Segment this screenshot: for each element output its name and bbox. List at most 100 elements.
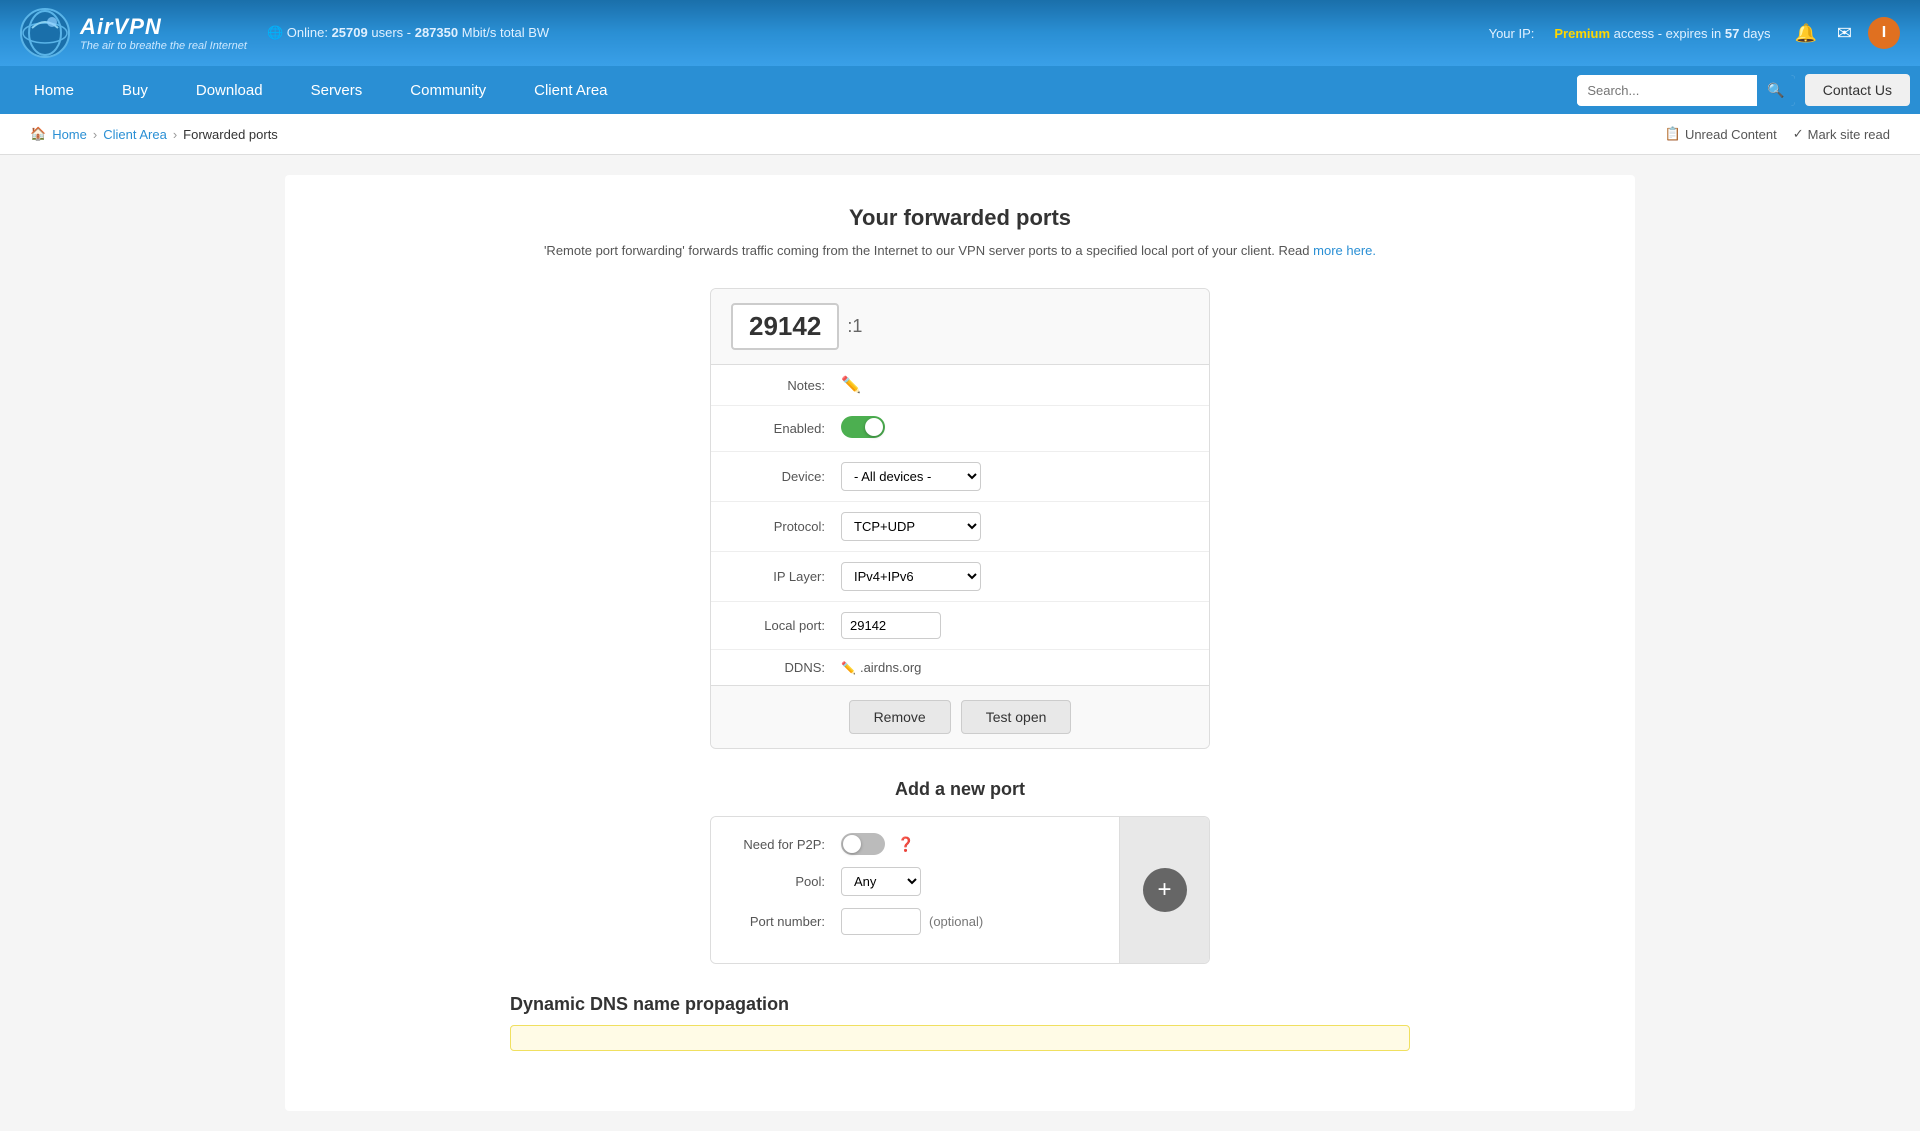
- nav-right: 🔍 Contact Us: [1577, 74, 1910, 106]
- search-box: 🔍: [1577, 75, 1794, 106]
- port-number-display: 29142: [731, 303, 839, 350]
- more-here-link[interactable]: more here.: [1313, 243, 1376, 258]
- p2p-label: Need for P2P:: [731, 837, 841, 852]
- port-body: Notes: ✏️ Enabled:: [711, 365, 1209, 685]
- add-port-form: Need for P2P: ❓ Pool: Any: [711, 817, 1119, 963]
- breadcrumb: 🏠 Home › Client Area › Forwarded ports: [30, 126, 278, 142]
- port-row-ddns: DDNS: ✏️ .airdns.org: [711, 650, 1209, 685]
- pool-select[interactable]: Any: [841, 867, 921, 896]
- breadcrumb-client-area[interactable]: Client Area: [103, 127, 167, 142]
- breadcrumb-bar: 🏠 Home › Client Area › Forwarded ports 📋…: [0, 114, 1920, 155]
- header-stats: 🌐 Online: 25709 users - 287350 Mbit/s to…: [267, 25, 1469, 41]
- add-port-row-p2p: Need for P2P: ❓: [731, 833, 1099, 855]
- notifications-button[interactable]: 🔔: [1790, 19, 1820, 48]
- device-label: Device:: [731, 469, 841, 484]
- device-select[interactable]: - All devices -: [841, 462, 981, 491]
- main-content: Your forwarded ports 'Remote port forwar…: [0, 155, 1920, 1131]
- add-port-row-pool: Pool: Any: [731, 867, 1099, 896]
- remove-button[interactable]: Remove: [849, 700, 951, 734]
- port-row-iplayer: IP Layer: IPv4+IPv6 IPv4 IPv6: [711, 552, 1209, 602]
- ddns-edit-icon: ✏️: [841, 661, 856, 675]
- enabled-toggle[interactable]: [841, 416, 885, 438]
- dns-section: Dynamic DNS name propagation: [510, 994, 1410, 1051]
- ddns-label: DDNS:: [731, 660, 841, 675]
- notes-edit-icon[interactable]: ✏️: [841, 377, 861, 394]
- notes-value: ✏️: [841, 375, 1189, 395]
- add-port-card: Need for P2P: ❓ Pool: Any: [710, 816, 1210, 964]
- nav-community[interactable]: Community: [386, 68, 510, 113]
- add-port-title: Add a new port: [710, 779, 1210, 800]
- enabled-label: Enabled:: [731, 421, 841, 436]
- port-row-localport: Local port:: [711, 602, 1209, 650]
- enabled-value: [841, 416, 1189, 441]
- breadcrumb-sep-2: ›: [173, 127, 177, 142]
- page-desc: 'Remote port forwarding' forwards traffi…: [305, 243, 1615, 258]
- port-card: 29142 :1 Notes: ✏️ Enabled:: [710, 288, 1210, 749]
- port-row-device: Device: - All devices -: [711, 452, 1209, 502]
- ddns-value: ✏️ .airdns.org: [841, 660, 1189, 675]
- port-row-enabled: Enabled:: [711, 406, 1209, 452]
- nav-download[interactable]: Download: [172, 68, 287, 113]
- protocol-select[interactable]: TCP+UDP TCP UDP: [841, 512, 981, 541]
- header-premium: Premium access - expires in 57 days: [1554, 26, 1770, 41]
- breadcrumb-actions: 📋 Unread Content ✓ Mark site read: [1665, 126, 1890, 142]
- unread-icon: 📋: [1665, 126, 1681, 142]
- top-header: AirVPN The air to breathe the real Inter…: [0, 0, 1920, 66]
- port-actions: Remove Test open: [711, 685, 1209, 748]
- header-ip: Your IP:: [1489, 26, 1535, 41]
- port-suffix: :1: [847, 316, 862, 337]
- iplayer-value: IPv4+IPv6 IPv4 IPv6: [841, 562, 1189, 591]
- page-card: Your forwarded ports 'Remote port forwar…: [285, 175, 1635, 1111]
- check-icon: ✓: [1793, 126, 1804, 142]
- p2p-toggle-track: [841, 833, 885, 855]
- port-row-notes: Notes: ✏️: [711, 365, 1209, 406]
- logo-icon: [20, 8, 70, 58]
- nav-bar: Home Buy Download Servers Community Clie…: [0, 66, 1920, 114]
- nav-client-area[interactable]: Client Area: [510, 68, 631, 113]
- notes-label: Notes:: [731, 378, 841, 393]
- local-port-value: [841, 612, 1189, 639]
- logo-title: AirVPN: [80, 14, 247, 40]
- local-port-input[interactable]: [841, 612, 941, 639]
- port-optional-label: (optional): [929, 914, 983, 929]
- nav-home[interactable]: Home: [10, 68, 98, 113]
- iplayer-select[interactable]: IPv4+IPv6 IPv4 IPv6: [841, 562, 981, 591]
- search-button[interactable]: 🔍: [1757, 75, 1794, 106]
- messages-button[interactable]: ✉: [1833, 19, 1856, 48]
- pool-label: Pool:: [731, 874, 841, 889]
- port-number-input[interactable]: [841, 908, 921, 935]
- mark-site-read-link[interactable]: ✓ Mark site read: [1793, 126, 1890, 142]
- header-icons: 🔔 ✉ I: [1790, 17, 1900, 49]
- home-icon: 🏠: [30, 126, 46, 142]
- breadcrumb-home[interactable]: Home: [52, 127, 87, 142]
- p2p-toggle[interactable]: [841, 833, 885, 855]
- port-row-protocol: Protocol: TCP+UDP TCP UDP: [711, 502, 1209, 552]
- page-title: Your forwarded ports: [305, 205, 1615, 231]
- search-input[interactable]: [1577, 77, 1757, 104]
- port-header: 29142 :1: [711, 289, 1209, 365]
- test-open-button[interactable]: Test open: [961, 700, 1072, 734]
- p2p-toggle-thumb: [843, 835, 861, 853]
- dns-title: Dynamic DNS name propagation: [510, 994, 1410, 1015]
- add-port-row-portnumber: Port number: (optional): [731, 908, 1099, 935]
- port-number-label: Port number:: [731, 914, 841, 929]
- add-port-section: Add a new port Need for P2P: ❓: [710, 779, 1210, 964]
- unread-content-link[interactable]: 📋 Unread Content: [1665, 126, 1777, 142]
- nav-buy[interactable]: Buy: [98, 68, 172, 113]
- breadcrumb-current: Forwarded ports: [183, 127, 278, 142]
- add-port-button[interactable]: +: [1143, 868, 1187, 912]
- nav-links: Home Buy Download Servers Community Clie…: [10, 68, 1577, 113]
- toggle-thumb: [865, 418, 883, 436]
- local-port-label: Local port:: [731, 618, 841, 633]
- logo-text: AirVPN The air to breathe the real Inter…: [80, 14, 247, 52]
- breadcrumb-sep-1: ›: [93, 127, 97, 142]
- contact-button[interactable]: Contact Us: [1805, 74, 1910, 106]
- protocol-label: Protocol:: [731, 519, 841, 534]
- logo-subtitle: The air to breathe the real Internet: [80, 40, 247, 52]
- p2p-help-icon[interactable]: ❓: [897, 836, 914, 853]
- dns-note: [510, 1025, 1410, 1051]
- iplayer-label: IP Layer:: [731, 569, 841, 584]
- logo-area: AirVPN The air to breathe the real Inter…: [20, 8, 247, 58]
- user-avatar[interactable]: I: [1868, 17, 1900, 49]
- nav-servers[interactable]: Servers: [287, 68, 387, 113]
